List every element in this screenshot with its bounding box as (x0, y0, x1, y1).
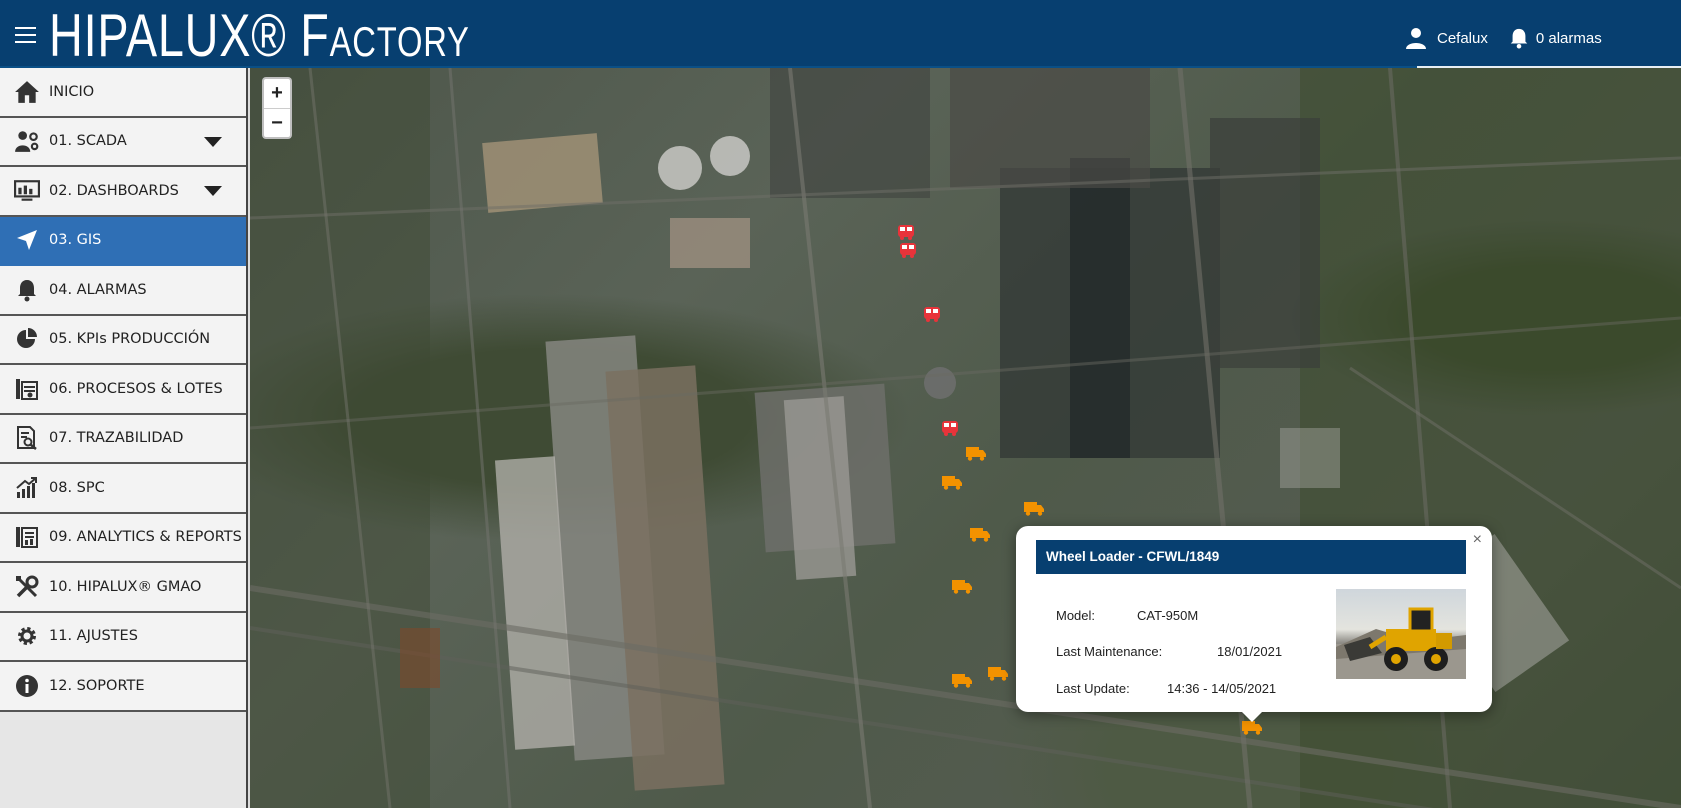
brand-name: HIPALUX® (49, 2, 287, 69)
truck-marker-icon[interactable] (952, 672, 972, 688)
bus-marker-icon[interactable] (896, 224, 916, 240)
close-icon[interactable]: × (1473, 531, 1482, 549)
sidebar-item-analytics[interactable]: 09. ANALYTICS & REPORTS (0, 513, 246, 563)
sidebar-item-trazabilidad[interactable]: 07. TRAZABILIDAD (0, 414, 246, 464)
navigation-arrow-icon (13, 226, 41, 254)
zoom-in-button[interactable]: + (264, 79, 290, 108)
user-area: Cefalux 0 alarmas (1404, 24, 1602, 52)
user-icon[interactable] (1404, 26, 1428, 50)
chevron-down-icon[interactable] (204, 186, 222, 196)
info-icon (13, 672, 41, 700)
sidebar-item-gis[interactable]: 03. GIS (0, 216, 246, 266)
trend-chart-icon (13, 474, 41, 502)
sidebar-item-label: 10. HIPALUX® GMAO (49, 578, 202, 595)
pie-chart-icon (13, 325, 41, 353)
last-maintenance-value: 18/01/2021 (1217, 644, 1283, 659)
truck-marker-icon[interactable] (988, 665, 1008, 681)
scada-icon (13, 127, 41, 155)
top-bar: HIPALUX® Factory Cefalux 0 alarmas (0, 0, 1681, 69)
bell-icon (13, 276, 41, 304)
satellite-map[interactable]: + − × Wheel Loader - CFWL/1849 Model: CA… (250, 68, 1681, 808)
sidebar-item-inicio[interactable]: INICIO (0, 68, 246, 118)
truck-marker-icon[interactable] (966, 445, 986, 461)
sidebar-item-label: 05. KPIs PRODUCCIÓN (49, 331, 211, 348)
dashboard-icon (13, 177, 41, 205)
sidebar: INICIO 01. SCADA 02. DASHBOARDS 03. GIS … (0, 68, 248, 808)
bus-marker-icon[interactable] (922, 306, 942, 322)
bus-marker-icon[interactable] (940, 420, 960, 436)
sidebar-item-ajustes[interactable]: 11. AJUSTES (0, 612, 246, 662)
sidebar-item-label: 01. SCADA (49, 133, 127, 150)
truck-marker-icon[interactable] (952, 578, 972, 594)
process-icon (13, 375, 41, 403)
sidebar-item-gmao[interactable]: 10. HIPALUX® GMAO (0, 563, 246, 613)
sidebar-item-procesos[interactable]: 06. PROCESOS & LOTES (0, 365, 246, 415)
sidebar-item-label: INICIO (49, 83, 95, 100)
popup-title: Wheel Loader - CFWL/1849 (1036, 540, 1466, 574)
sidebar-item-label: 07. TRAZABILIDAD (49, 430, 184, 447)
hamburger-menu-icon[interactable] (15, 27, 36, 43)
asset-popup: × Wheel Loader - CFWL/1849 Model: CAT-95… (1016, 526, 1492, 722)
sidebar-item-label: 06. PROCESOS & LOTES (49, 380, 223, 397)
sidebar-item-label: 04. ALARMAS (49, 281, 147, 298)
last-maintenance-label: Last Maintenance: (1056, 644, 1163, 659)
sidebar-item-alarmas[interactable]: 04. ALARMAS (0, 266, 246, 316)
last-update-value: 14:36 - 14/05/2021 (1167, 681, 1277, 696)
trace-document-icon (13, 424, 41, 452)
truck-marker-icon[interactable] (942, 474, 962, 490)
sidebar-item-kpis[interactable]: 05. KPIs PRODUCCIÓN (0, 315, 246, 365)
sidebar-item-label: 11. AJUSTES (49, 628, 138, 645)
zoom-control: + − (262, 77, 292, 139)
model-value: CAT-950M (1137, 608, 1199, 623)
bus-marker-icon[interactable] (898, 242, 918, 258)
alarms-count[interactable]: 0 alarmas (1536, 30, 1602, 47)
sidebar-item-label: 03. GIS (49, 232, 102, 249)
report-icon (13, 523, 41, 551)
gear-icon (13, 622, 41, 650)
zoom-out-button[interactable]: − (264, 108, 290, 137)
sidebar-item-label: 09. ANALYTICS & REPORTS (49, 529, 242, 546)
sidebar-item-scada[interactable]: 01. SCADA (0, 117, 246, 167)
brand-logo: HIPALUX® Factory (49, 2, 470, 69)
bell-icon[interactable] (1508, 26, 1530, 50)
sidebar-item-dashboards[interactable]: 02. DASHBOARDS (0, 167, 246, 217)
last-update-label: Last Update: (1056, 681, 1130, 696)
sidebar-item-soporte[interactable]: 12. SOPORTE (0, 662, 246, 712)
truck-marker-icon[interactable] (1024, 500, 1044, 516)
sidebar-item-spc[interactable]: 08. SPC (0, 464, 246, 514)
sidebar-item-label: 12. SOPORTE (49, 677, 145, 694)
chevron-down-icon[interactable] (204, 136, 222, 147)
home-icon (13, 78, 41, 106)
sidebar-item-label: 08. SPC (49, 479, 105, 496)
brand-factory: Factory (300, 2, 470, 69)
truck-marker-icon[interactable] (970, 526, 990, 542)
tools-icon (13, 573, 41, 601)
user-name[interactable]: Cefalux (1437, 30, 1488, 47)
sidebar-item-label: 02. DASHBOARDS (49, 182, 179, 199)
wheel-loader-photo (1336, 589, 1466, 679)
model-label: Model: (1056, 608, 1096, 623)
